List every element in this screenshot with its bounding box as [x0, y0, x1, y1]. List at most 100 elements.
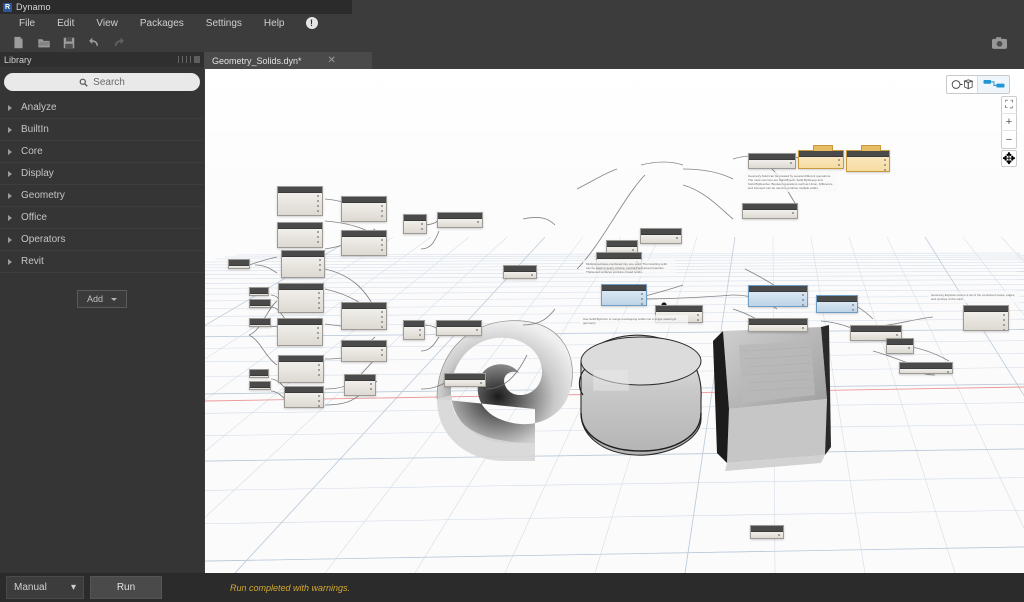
node-port[interactable]	[317, 231, 319, 233]
menu-settings[interactable]: Settings	[195, 16, 253, 31]
node-port[interactable]	[381, 316, 383, 318]
node-port[interactable]	[419, 334, 421, 336]
new-file-button[interactable]	[6, 33, 31, 52]
geometry-view-toggle[interactable]	[947, 76, 978, 93]
node-port[interactable]	[947, 371, 949, 373]
screenshot-button[interactable]	[987, 33, 1012, 52]
node-port[interactable]	[778, 534, 780, 536]
graph-note[interactable]: Multiple surfaces combined into one soli…	[583, 260, 675, 276]
sidebar-item-operators[interactable]: Operators	[0, 229, 204, 251]
undo-button[interactable]	[81, 33, 106, 52]
node-ports[interactable]	[697, 314, 699, 324]
node-port[interactable]	[319, 269, 321, 271]
node-ports[interactable]	[852, 304, 854, 314]
graph-view-toggle[interactable]	[978, 76, 1009, 93]
node-port[interactable]	[317, 241, 319, 243]
node-port[interactable]	[317, 337, 319, 339]
graph-node[interactable]	[284, 386, 324, 408]
graph-node[interactable]	[436, 320, 482, 336]
node-port[interactable]	[318, 292, 320, 294]
node-port[interactable]	[381, 215, 383, 217]
node-port[interactable]	[697, 319, 699, 321]
node-ports[interactable]	[480, 382, 482, 387]
node-port[interactable]	[790, 162, 792, 164]
node-port[interactable]	[381, 311, 383, 313]
node-port[interactable]	[381, 349, 383, 351]
add-library-button[interactable]: Add	[76, 290, 127, 308]
node-port[interactable]	[792, 212, 794, 214]
node-port[interactable]	[318, 395, 320, 397]
notification-icon[interactable]: !	[305, 17, 318, 29]
node-port[interactable]	[896, 334, 898, 336]
graph-node[interactable]	[963, 305, 1009, 331]
node-port[interactable]	[318, 400, 320, 402]
graph-note[interactable]: Geometry.Solid can be created by several…	[745, 172, 837, 192]
node-ports[interactable]	[419, 329, 421, 339]
node-port[interactable]	[381, 249, 383, 251]
menu-file[interactable]: File	[8, 16, 46, 31]
graph-node[interactable]	[742, 203, 798, 219]
node-port[interactable]	[632, 249, 634, 251]
node-port[interactable]	[884, 169, 886, 171]
graph-node[interactable]	[341, 340, 387, 362]
node-port[interactable]	[1003, 329, 1005, 331]
node-ports[interactable]	[318, 395, 320, 410]
node-ports[interactable]	[421, 223, 423, 233]
node-ports[interactable]	[792, 212, 794, 217]
graph-node[interactable]	[503, 265, 537, 279]
graph-node[interactable]	[748, 153, 796, 169]
node-ports[interactable]	[884, 159, 886, 174]
sidebar-item-analyze[interactable]: Analyze	[0, 97, 204, 119]
tab-geometry-solids[interactable]: Geometry_Solids.dyn* ✕	[204, 52, 372, 69]
graph-node[interactable]	[249, 381, 271, 390]
node-port[interactable]	[381, 321, 383, 323]
node-port[interactable]	[318, 369, 320, 371]
node-port[interactable]	[477, 221, 479, 223]
graph-node[interactable]	[277, 318, 323, 346]
graph-node[interactable]	[281, 250, 325, 278]
node-ports[interactable]	[381, 239, 383, 254]
node-port[interactable]	[676, 237, 678, 239]
sidebar-item-display[interactable]: Display	[0, 163, 204, 185]
graph-node[interactable]	[798, 145, 844, 169]
node-port[interactable]	[319, 264, 321, 266]
node-port[interactable]	[852, 304, 854, 306]
node-ports[interactable]	[317, 327, 319, 342]
node-ports[interactable]	[531, 274, 533, 279]
open-file-button[interactable]	[31, 33, 56, 52]
node-ports[interactable]	[317, 195, 319, 215]
graph-node[interactable]	[344, 374, 376, 396]
node-port[interactable]	[318, 364, 320, 366]
node-port[interactable]	[641, 303, 643, 305]
node-port[interactable]	[317, 195, 319, 197]
node-port[interactable]	[317, 205, 319, 207]
node-port[interactable]	[381, 210, 383, 212]
node-ports[interactable]	[641, 293, 643, 308]
node-port[interactable]	[852, 309, 854, 311]
node-ports[interactable]	[319, 259, 321, 274]
zoom-controls[interactable]: ⛶ + −	[1001, 96, 1017, 149]
node-port[interactable]	[381, 354, 383, 356]
menu-edit[interactable]: Edit	[46, 16, 85, 31]
node-port[interactable]	[1003, 314, 1005, 316]
sidebar-item-office[interactable]: Office	[0, 207, 204, 229]
menu-view[interactable]: View	[85, 16, 129, 31]
graph-node[interactable]	[341, 230, 387, 256]
node-ports[interactable]	[381, 311, 383, 331]
node-port[interactable]	[381, 205, 383, 207]
save-file-button[interactable]	[56, 33, 81, 52]
node-port[interactable]	[641, 293, 643, 295]
node-port[interactable]	[318, 405, 320, 407]
run-mode-dropdown[interactable]: Manual ▾	[6, 576, 84, 599]
node-port[interactable]	[421, 228, 423, 230]
node-port[interactable]	[421, 223, 423, 225]
node-ports[interactable]	[778, 534, 780, 539]
node-port[interactable]	[317, 327, 319, 329]
menu-help[interactable]: Help	[253, 16, 296, 31]
node-port[interactable]	[370, 388, 372, 390]
search-input[interactable]: Search	[4, 73, 200, 91]
filter-icon[interactable]	[190, 56, 191, 63]
node-ports[interactable]	[676, 237, 678, 242]
sidebar-item-builtin[interactable]: BuiltIn	[0, 119, 204, 141]
graph-node[interactable]	[601, 284, 647, 306]
